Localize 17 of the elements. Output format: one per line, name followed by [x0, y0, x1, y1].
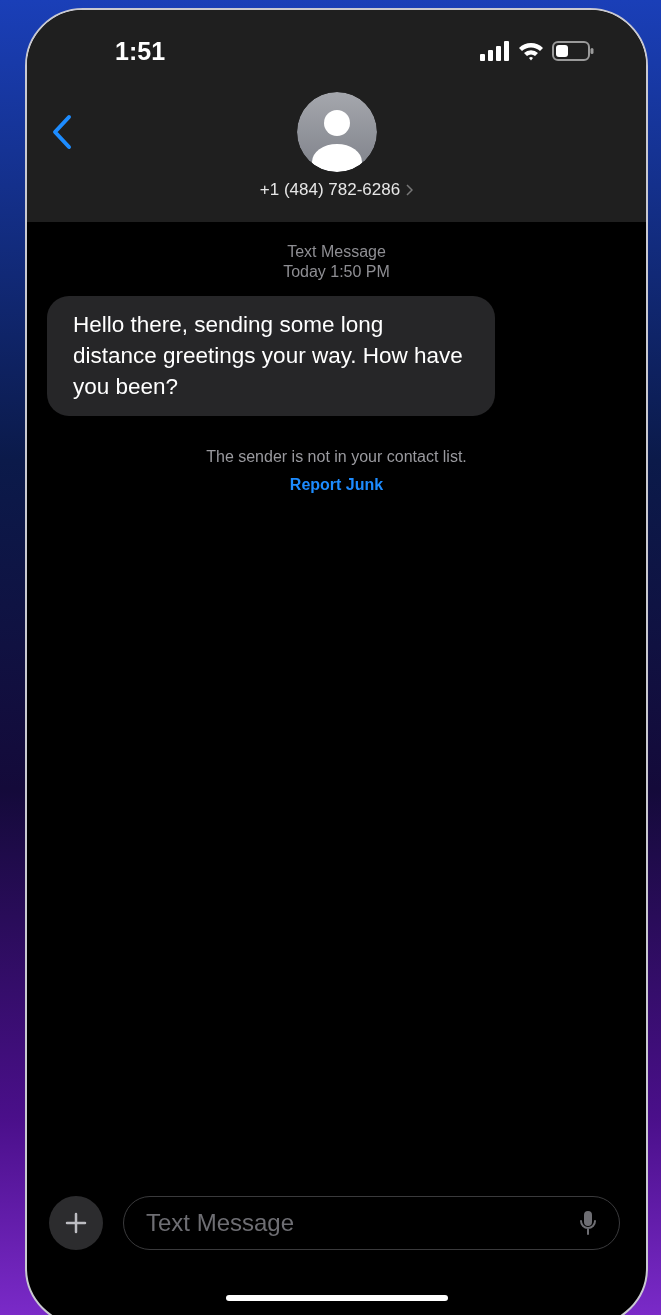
message-input-field[interactable]: Text Message [123, 1196, 620, 1250]
battery-icon [552, 41, 594, 61]
plus-icon [65, 1212, 87, 1234]
message-bubble: Hello there, sending some long distance greetings your way. How have you been? [47, 296, 495, 416]
add-button[interactable] [49, 1196, 103, 1250]
status-time: 1:51 [115, 36, 166, 66]
chevron-icon [406, 184, 414, 196]
contact-number[interactable]: +1 (484) 782-6286 [259, 180, 414, 200]
back-button[interactable] [51, 114, 73, 150]
report-junk-link[interactable]: Report Junk [289, 476, 384, 494]
avatar-icon[interactable] [296, 92, 377, 172]
sender-notice: The sender is not in your contact list. [206, 448, 467, 466]
microphone-icon[interactable] [580, 1210, 596, 1236]
signal-icon [480, 41, 510, 61]
service-label: Text Message [287, 242, 386, 262]
message-timestamp: Today 1:50 PM [283, 262, 390, 282]
wifi-icon [518, 41, 544, 61]
